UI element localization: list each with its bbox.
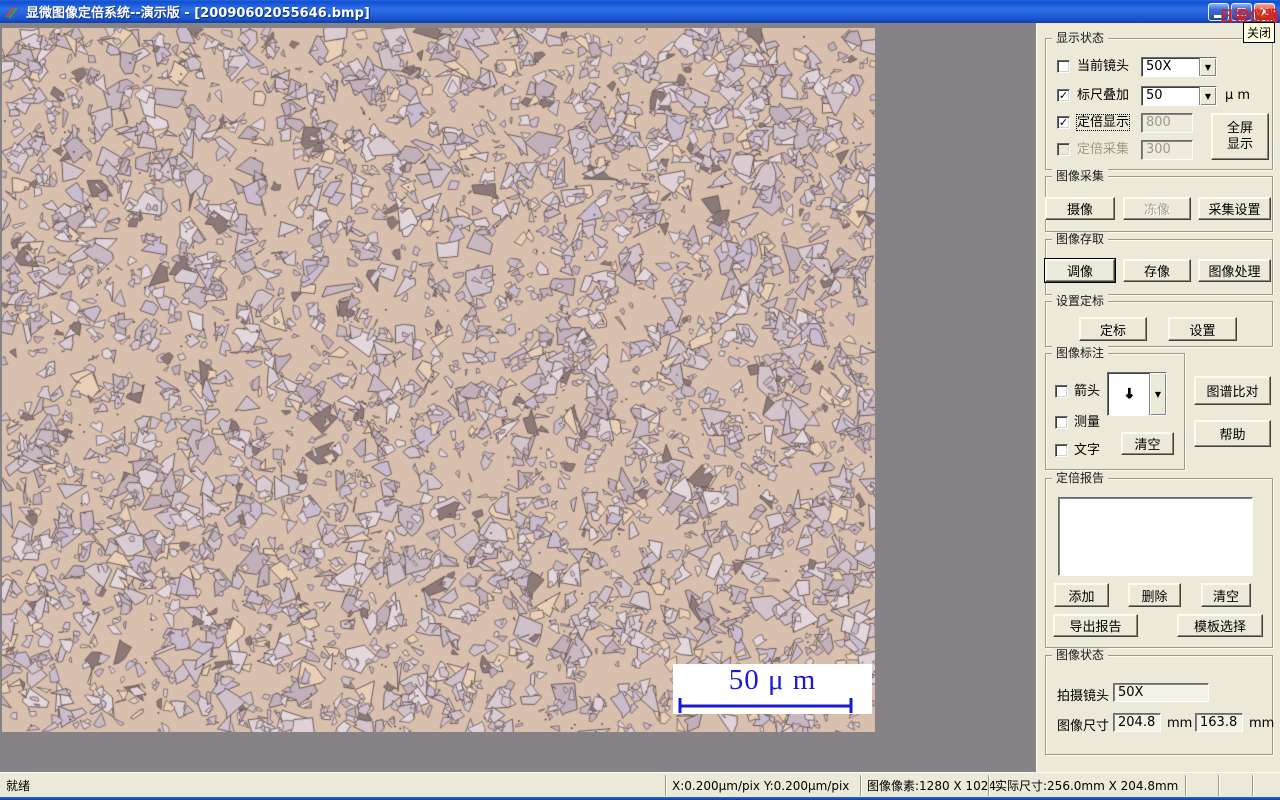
image-size-label: 图像尺寸 — [1057, 719, 1110, 734]
group-calibration-label: 设置定标 — [1052, 294, 1109, 308]
status-actual-size: 实际尺寸:256.0mm X 204.8mm — [988, 775, 1185, 796]
image-process-button[interactable]: 图像处理 — [1198, 259, 1271, 282]
image-width-field: 204.8 — [1113, 713, 1161, 732]
group-storage-label: 图像存取 — [1052, 232, 1109, 246]
window-title: 显微图像定倍系统--演示版 - [20090602055646.bmp] — [26, 6, 370, 21]
app-icon — [5, 5, 21, 20]
scalebar-text: 50 μ m — [728, 664, 817, 696]
group-image-status: 图像状态 — [1045, 648, 1273, 755]
checkbox-arrow-label: 箭头 — [1074, 384, 1101, 399]
fixed-capture-field: 300 — [1141, 140, 1193, 160]
save-image-button[interactable]: 存像 — [1123, 259, 1191, 282]
image-width-unit: mm — [1167, 716, 1193, 731]
fullscreen-button-line2: 显示 — [1226, 136, 1253, 152]
checkbox-fixed-display[interactable]: ✓ — [1057, 116, 1070, 129]
checkbox-fixed-capture[interactable]: ✓ — [1057, 143, 1070, 156]
micrograph-image — [2, 28, 875, 732]
calibrate-button[interactable]: 定标 — [1079, 317, 1147, 341]
checkbox-scale-overlay-label: 标尺叠加 — [1077, 88, 1130, 103]
close-tooltip: 关闭 — [1243, 22, 1276, 43]
report-export-button[interactable]: 导出报告 — [1053, 614, 1138, 637]
help-button[interactable]: 帮助 — [1194, 420, 1271, 447]
status-empty-2 — [1218, 775, 1252, 796]
report-clear-button[interactable]: 清空 — [1201, 583, 1251, 607]
report-delete-button[interactable]: 删除 — [1128, 583, 1181, 607]
report-add-button[interactable]: 添加 — [1054, 583, 1109, 607]
checkbox-measure-label: 测量 — [1074, 415, 1101, 430]
status-pixel-scale: X:0.200μm/pix Y:0.200μm/pix — [665, 775, 860, 796]
arrow-down-icon: ↓ — [1123, 387, 1135, 402]
fullscreen-button[interactable]: 全屏 显示 — [1211, 113, 1269, 160]
scale-unit-label: μ m — [1225, 88, 1251, 103]
group-report-label: 定倍报告 — [1052, 471, 1109, 485]
checkbox-scale-overlay[interactable]: ✓ — [1057, 89, 1070, 102]
status-image-pixels: 图像像素:1280 X 1024 — [860, 775, 996, 796]
load-image-button[interactable]: 调像 — [1045, 259, 1115, 282]
scalebar-overlay: 50 μ m — [673, 664, 872, 714]
checkbox-measure[interactable]: ✓ — [1055, 416, 1068, 429]
checkbox-text[interactable]: ✓ — [1055, 444, 1068, 457]
fullscreen-button-line1: 全屏 — [1226, 120, 1253, 136]
chevron-down-icon[interactable]: ▼ — [1199, 87, 1216, 105]
image-height-unit: mm — [1249, 716, 1275, 731]
checkbox-fixed-display-label: 定倍显示 — [1075, 114, 1131, 131]
fixed-display-field: 800 — [1141, 113, 1193, 133]
scale-overlay-value: 50 — [1146, 88, 1163, 103]
group-image-status-label: 图像状态 — [1052, 648, 1109, 662]
annotation-clear-button[interactable]: 清空 — [1121, 432, 1174, 455]
status-ready: 就绪 — [6, 779, 31, 793]
current-lens-value: 50X — [1146, 59, 1172, 74]
status-empty-3 — [1252, 775, 1280, 796]
chevron-down-icon[interactable]: ▼ — [1149, 373, 1166, 415]
title-bar: 显微图像定倍系统--演示版 - [20090602055646.bmp] × — [0, 0, 1280, 23]
lens-value-field: 50X — [1113, 683, 1209, 702]
group-capture-label: 图像采集 — [1052, 169, 1109, 183]
lens-label: 拍摄镜头 — [1057, 689, 1110, 704]
workspace: 50 μ m — [0, 23, 1036, 772]
shoot-button[interactable]: 摄像 — [1045, 197, 1115, 220]
scalebar-line — [678, 698, 853, 713]
atlas-compare-button[interactable]: 图谱比对 — [1194, 376, 1271, 405]
checkbox-current-lens-label: 当前镜头 — [1077, 59, 1130, 74]
group-annotation-label: 图像标注 — [1052, 346, 1109, 360]
current-lens-combo[interactable]: 50X ▼ — [1141, 57, 1217, 77]
arrow-style-combo[interactable]: ↓ ▼ — [1107, 372, 1167, 416]
status-bar: 就绪 X:0.200μm/pix Y:0.200μm/pix 图像像素:1280… — [0, 772, 1280, 797]
checkbox-current-lens[interactable]: ✓ — [1057, 60, 1070, 73]
freeze-button[interactable]: 冻像 — [1123, 197, 1191, 220]
report-listbox[interactable] — [1058, 497, 1253, 576]
report-template-button[interactable]: 模板选择 — [1177, 614, 1263, 637]
group-display-status-label: 显示状态 — [1052, 31, 1109, 45]
capture-settings-button[interactable]: 采集设置 — [1198, 197, 1271, 220]
checkbox-text-label: 文字 — [1074, 443, 1101, 458]
status-empty-1 — [1185, 775, 1218, 796]
checkbox-fixed-capture-label: 定倍采集 — [1077, 142, 1130, 157]
calibration-settings-button[interactable]: 设置 — [1168, 317, 1237, 341]
image-height-field: 163.8 — [1195, 713, 1243, 732]
control-panel: 显示状态 ✓ 当前镜头 50X ▼ ✓ 标尺叠加 50 ▼ μ m ✓ 定倍显示… — [1036, 23, 1280, 772]
scale-overlay-combo[interactable]: 50 ▼ — [1141, 86, 1217, 106]
checkbox-arrow[interactable]: ✓ — [1055, 385, 1068, 398]
chevron-down-icon[interactable]: ▼ — [1199, 58, 1216, 76]
